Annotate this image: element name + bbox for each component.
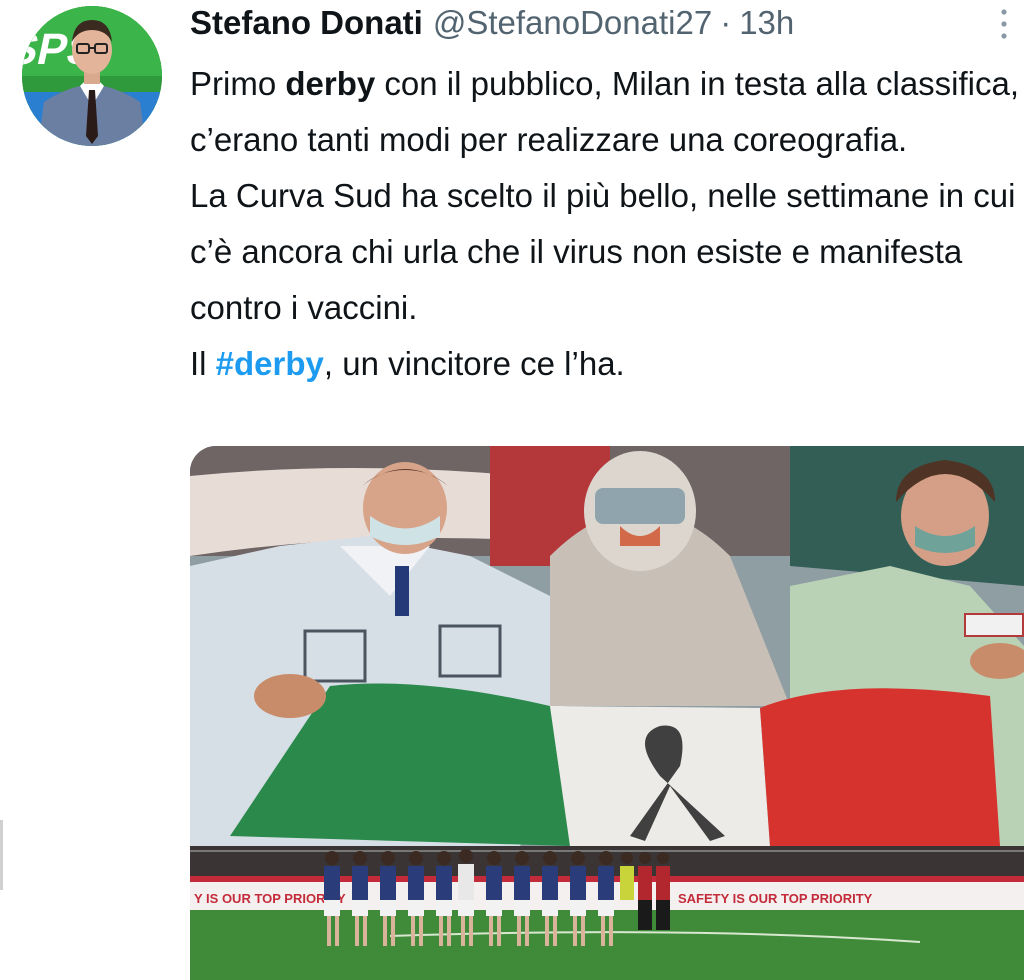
tweet-paragraph-3: Il #derby, un vincitore ce l’ha. [190, 336, 1020, 392]
tweet-text-segment: Primo [190, 65, 286, 102]
author-handle[interactable]: @StefanoDonati27 [433, 0, 712, 46]
tweet: SPS Stefano Donati @StefanoDonati27 · 13… [0, 0, 1024, 980]
hashtag-link[interactable]: #derby [216, 345, 324, 382]
ad-board-left-text: Y IS OUR TOP PRIORITY [194, 891, 346, 906]
tweet-paragraph-1: Primo derby con il pubblico, Milan in te… [190, 56, 1020, 168]
separator-dot: · [720, 4, 732, 41]
tweet-text-segment: , un vincitore ce l’ha. [323, 345, 625, 382]
tweet-text-segment: Il [190, 345, 216, 382]
tweet-timestamp[interactable]: 13h [739, 0, 794, 46]
ad-board-right-text: SAFETY IS OUR TOP PRIORITY [678, 891, 873, 906]
tweet-paragraph-2: La Curva Sud ha scelto il più bello, nel… [190, 177, 1016, 326]
tweet-header: Stefano Donati @StefanoDonati27 · 13h [190, 0, 794, 46]
edge-divider [0, 820, 3, 890]
more-vertical-icon[interactable] [992, 4, 1016, 44]
avatar[interactable]: SPS [22, 6, 162, 146]
tweet-text: Primo derby con il pubblico, Milan in te… [190, 56, 1020, 392]
tweet-media-image[interactable]: Y IS OUR TOP PRIORITY SAFETY IS OUR TOP … [190, 446, 1024, 980]
tweet-text-bold: derby [285, 65, 376, 102]
author-display-name[interactable]: Stefano Donati [190, 0, 423, 46]
